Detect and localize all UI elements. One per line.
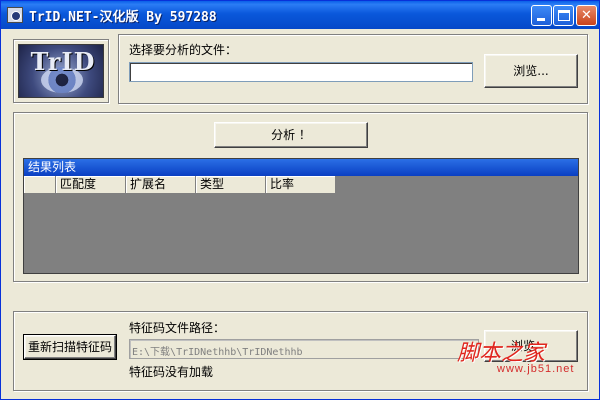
logo-frame: TrID	[13, 39, 109, 103]
minimize-icon	[537, 18, 545, 21]
title-bar[interactable]: TrID.NET-汉化版 By 597288 ✕	[1, 1, 599, 29]
results-title: 结果列表	[24, 159, 578, 176]
column-header-type[interactable]: 类型	[196, 176, 266, 194]
main-window: TrID.NET-汉化版 By 597288 ✕ TrID 选择要分析的文件： …	[0, 0, 600, 400]
file-path-input[interactable]	[129, 62, 473, 82]
window-title: TrID.NET-汉化版 By 597288	[29, 10, 217, 25]
minimize-button[interactable]	[531, 5, 552, 26]
close-button[interactable]: ✕	[576, 5, 597, 26]
signature-path-input[interactable]: E:\下载\TrIDNethhb\TrIDNethhb	[129, 339, 479, 359]
app-icon[interactable]	[7, 7, 23, 23]
column-header-extension[interactable]: 扩展名	[126, 176, 196, 194]
file-select-label: 选择要分析的文件：	[129, 43, 238, 57]
rescan-signatures-button[interactable]: 重新扫描特征码	[23, 334, 117, 360]
trid-logo: TrID	[18, 44, 104, 98]
browse-file-button[interactable]: 浏览...	[484, 54, 578, 88]
maximize-icon	[558, 10, 570, 21]
signature-status: 特征码没有加载	[129, 365, 214, 379]
close-icon: ✕	[581, 8, 592, 23]
analyze-button[interactable]: 分析 ！	[214, 122, 368, 148]
column-header-ratio[interactable]: 比率	[266, 176, 336, 194]
results-list[interactable]: 结果列表 匹配度 扩展名 类型 比率	[23, 158, 579, 274]
column-header-match[interactable]: 匹配度	[56, 176, 126, 194]
site-watermark: 脚本之家 www.jb51.net	[457, 335, 595, 381]
results-header: 匹配度 扩展名 类型 比率	[24, 176, 336, 194]
maximize-button[interactable]	[553, 5, 574, 26]
logo-text: TrID	[30, 47, 96, 76]
column-header-blank[interactable]	[24, 176, 56, 194]
watermark-url: www.jb51.net	[497, 363, 575, 375]
signature-path-label: 特征码文件路径：	[129, 321, 226, 335]
